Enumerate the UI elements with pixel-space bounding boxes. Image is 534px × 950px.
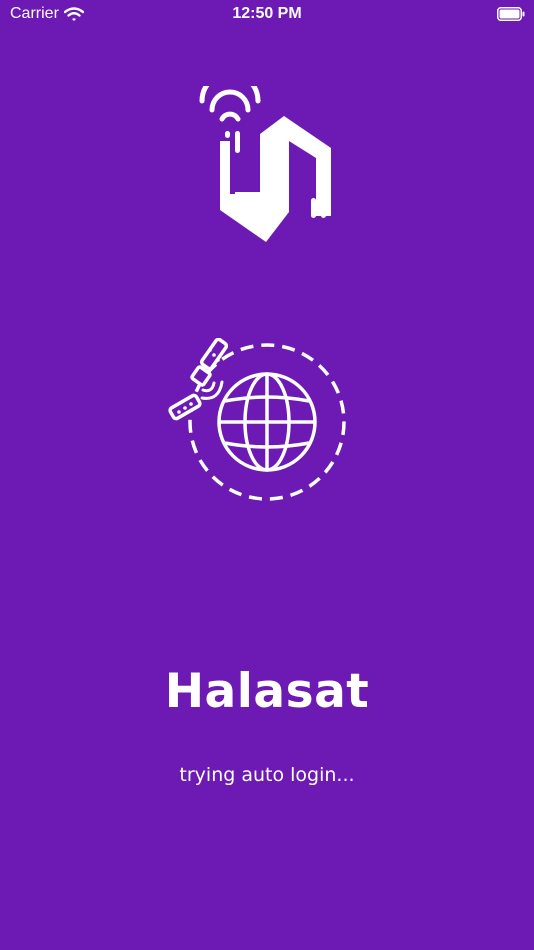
halasat-logo-icon	[199, 86, 331, 242]
status-bar: Carrier 12:50 PM	[0, 0, 534, 30]
login-status-message: trying auto login...	[179, 764, 355, 786]
battery-icon	[497, 7, 525, 21]
status-time: 12:50 PM	[232, 5, 302, 22]
satellite-globe-icon	[168, 338, 346, 501]
app-title: Halasat	[164, 664, 370, 719]
